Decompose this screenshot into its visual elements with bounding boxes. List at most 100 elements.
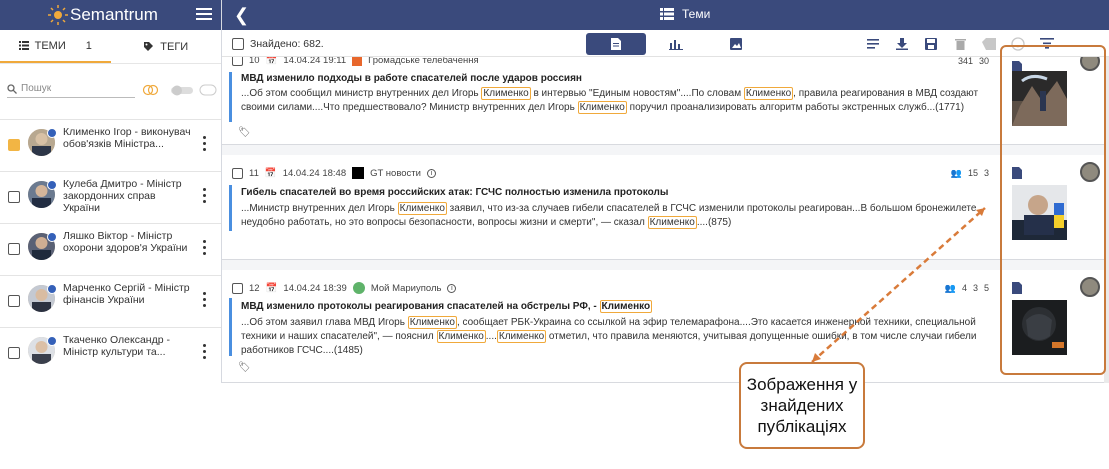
publication-item[interactable]: 10 📅 14.04.24 19:11 Громадське телебачен…	[222, 57, 1109, 145]
entity-checkbox[interactable]	[8, 347, 20, 359]
publication-checkbox[interactable]	[232, 57, 243, 66]
publication-snippet: ...Об этом заявил глава МВД Игорь Климен…	[241, 316, 977, 356]
publication-headline[interactable]: МВД изменило подходы в работе спасателей…	[241, 73, 582, 84]
download-icon[interactable]	[894, 36, 910, 52]
publication-item[interactable]: 12 📅 14.04.24 18:39 Мой Мариуполь i 👥 4 …	[222, 270, 1109, 383]
found-count: Знайдено: 682.	[250, 38, 324, 50]
images-highlight-box	[1000, 45, 1106, 375]
entity-checkbox[interactable]	[8, 139, 20, 151]
mv-count: 3	[983, 168, 989, 178]
publications-feed: 10 📅 14.04.24 19:11 Громадське телебачен…	[222, 57, 1109, 383]
keyword-highlight: Клименко	[436, 330, 486, 343]
tab-documents[interactable]	[586, 33, 646, 55]
toggle-switch[interactable]	[170, 84, 218, 96]
hamburger-menu-icon[interactable]	[196, 8, 212, 20]
tab-tags-label: ТЕГИ	[160, 40, 189, 53]
verified-badge-icon	[47, 232, 57, 242]
search-input[interactable]: Пошук	[7, 80, 135, 98]
publication-date: 14.04.24 18:39	[283, 282, 347, 294]
logo-sun-icon	[48, 5, 68, 25]
more-options-icon[interactable]	[203, 188, 207, 206]
tab-analytics[interactable]	[646, 33, 706, 55]
entity-checkbox[interactable]	[8, 295, 20, 307]
more-options-icon[interactable]	[203, 292, 207, 310]
tag-icon[interactable]: 🏷	[238, 362, 251, 373]
entity-name: Марченко Сергій - Міністр фінансів Украї…	[63, 282, 190, 306]
publication-meta: 12 📅 14.04.24 18:39 Мой Мариуполь i	[232, 282, 457, 294]
publication-accent-bar	[229, 298, 232, 356]
top-bar: ❮ Теми	[222, 0, 1109, 30]
tag-icon[interactable]: 🏷	[238, 127, 251, 138]
list-icon	[660, 8, 674, 20]
more-options-icon[interactable]	[203, 240, 207, 258]
entity-checkbox[interactable]	[8, 191, 20, 203]
publication-meta: 10 📅 14.04.24 19:11 Громадське телебачен…	[232, 57, 479, 66]
tag-icon[interactable]	[981, 36, 997, 52]
authors-count: 4	[961, 283, 967, 293]
publication-stats: 341 30	[958, 57, 989, 66]
publication-source: Мой Мариуполь	[370, 282, 442, 294]
select-all-checkbox[interactable]	[232, 38, 244, 50]
list-item[interactable]: Марченко Сергій - Міністр фінансів Украї…	[0, 275, 221, 327]
publication-headline[interactable]: МВД изменило протоколы реагирования спас…	[241, 300, 653, 313]
sidebar: Semantrum ТЕМИ 1 ТЕГИ Пошук Клименко Іго…	[0, 0, 222, 383]
tab-images[interactable]	[706, 33, 766, 55]
info-icon[interactable]: i	[447, 283, 457, 293]
keyword-highlight: Клименко	[481, 87, 531, 100]
verified-badge-icon	[47, 180, 57, 190]
entity-name: Ткаченко Олександр - Міністр культури та…	[63, 334, 170, 358]
publication-item[interactable]: 11 📅 14.04.24 18:48 GT новости i 👥 15 3 …	[222, 155, 1109, 260]
page-title-wrap: Теми	[660, 7, 710, 21]
publication-number: 11	[249, 167, 259, 179]
more-options-icon[interactable]	[203, 344, 207, 362]
verified-badge-icon	[47, 336, 57, 346]
entity-name: Ляшко Віктор - Міністр охорони здоров'я …	[63, 230, 188, 254]
callout-note: Зображення у знайдених публікаціях	[739, 362, 865, 449]
authors-icon: 👥	[944, 283, 956, 293]
more-options-icon[interactable]	[203, 136, 207, 154]
calendar-icon: 📅	[265, 57, 278, 66]
results-toolbar: Знайдено: 682.	[222, 30, 1109, 57]
publication-date: 14.04.24 19:11	[283, 57, 347, 66]
list-item[interactable]: Ткаченко Олександр - Міністр культури та…	[0, 327, 221, 379]
calendar-icon: 📅	[264, 167, 277, 179]
tab-tags[interactable]: ТЕГИ	[111, 30, 222, 63]
align-icon[interactable]	[865, 36, 881, 52]
tab-themes[interactable]: ТЕМИ 1	[0, 30, 111, 63]
publication-stats: 👥 4 3 5	[945, 283, 989, 294]
verified-badge-icon	[47, 284, 57, 294]
search-icon	[7, 83, 17, 94]
view-tabs	[586, 33, 766, 55]
source-logo-icon	[352, 167, 365, 179]
publication-accent-bar	[229, 185, 232, 231]
publication-checkbox[interactable]	[232, 282, 243, 294]
publication-headline[interactable]: Гибель спасателей во время российских ат…	[241, 187, 668, 198]
list-item[interactable]: Ляшко Віктор - Міністр охорони здоров'я …	[0, 223, 221, 275]
page-title: Теми	[682, 7, 711, 21]
publication-snippet: ...Министр внутренних дел Игорь Клименко…	[241, 202, 977, 229]
tab-themes-label: ТЕМИ	[34, 39, 66, 52]
entity-list: Клименко Ігор - виконувач обов'язків Мін…	[0, 119, 221, 379]
list-item[interactable]: Кулеба Дмитро - Міністр закордонних спра…	[0, 171, 221, 223]
info-icon[interactable]: i	[426, 168, 436, 178]
entity-name: Клименко Ігор - виконувач обов'язків Мін…	[63, 126, 191, 150]
publication-stats: 👥 15 3	[951, 168, 989, 179]
keyword-highlight: Клименко	[496, 330, 547, 343]
link-rings-icon[interactable]	[142, 84, 160, 96]
publication-number: 12	[249, 282, 260, 294]
save-icon[interactable]	[923, 36, 939, 52]
mv-count: 30	[978, 57, 989, 66]
mv-count: 3	[972, 283, 978, 293]
entity-checkbox[interactable]	[8, 243, 20, 255]
image-icon	[730, 38, 742, 50]
publication-checkbox[interactable]	[232, 167, 243, 179]
authors-icon: 👥	[950, 168, 962, 178]
trash-icon[interactable]	[952, 36, 968, 52]
keyword-highlight: Клименко	[743, 87, 794, 100]
keyword-highlight: Клименко	[397, 202, 447, 215]
list-item[interactable]: Клименко Ігор - виконувач обов'язків Мін…	[0, 119, 221, 171]
source-logo-icon	[352, 57, 363, 66]
back-chevron-icon[interactable]: ❮	[234, 5, 249, 26]
search-placeholder: Пошук	[21, 83, 52, 94]
entity-name: Кулеба Дмитро - Міністр закордонних спра…	[63, 178, 182, 214]
